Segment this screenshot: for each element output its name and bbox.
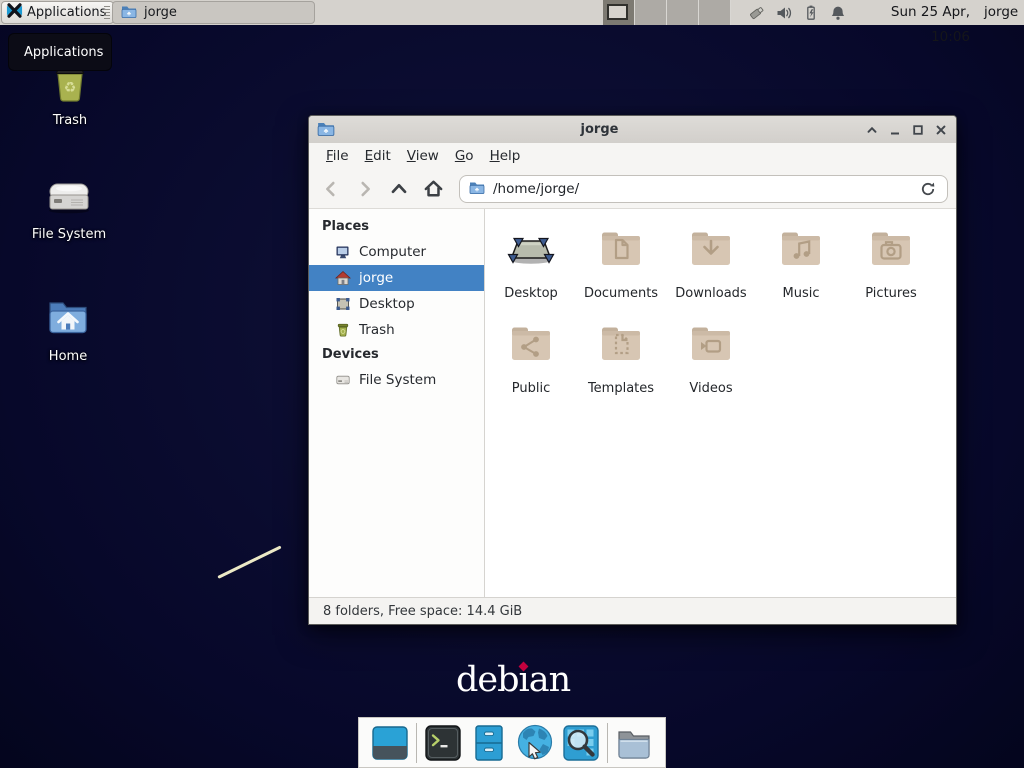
sidebar-item-desktop[interactable]: Desktop bbox=[309, 291, 484, 317]
menu-view[interactable]: View bbox=[399, 145, 447, 167]
workspace-window-thumb bbox=[607, 4, 628, 20]
file-item-documents[interactable]: Documents bbox=[577, 225, 665, 301]
sidebar-item-jorge[interactable]: jorge bbox=[309, 265, 484, 291]
workspace-1[interactable] bbox=[603, 0, 635, 25]
panel-clock[interactable]: Sun 25 Apr, 10:06 bbox=[852, 0, 970, 25]
reload-button[interactable] bbox=[918, 179, 938, 199]
titlebar[interactable]: jorge bbox=[309, 116, 956, 143]
folder-launcher[interactable] bbox=[614, 723, 654, 763]
drive-big-icon bbox=[45, 170, 93, 222]
sidebar-item-trash[interactable]: Trash bbox=[309, 317, 484, 343]
taskbar-window-button[interactable]: jorge bbox=[112, 1, 315, 24]
folder-icon bbox=[614, 723, 654, 763]
applications-menu-button[interactable]: Applications bbox=[1, 1, 114, 24]
file-manager-launcher[interactable] bbox=[469, 723, 509, 763]
web-browser-launcher[interactable] bbox=[515, 723, 555, 763]
close-button[interactable] bbox=[933, 122, 948, 137]
computer-icon bbox=[335, 244, 351, 260]
taskbar-folder-icon bbox=[121, 3, 137, 23]
desktop-mini-icon bbox=[335, 296, 351, 312]
path-folder-icon bbox=[469, 179, 485, 199]
file-item-downloads[interactable]: Downloads bbox=[667, 225, 755, 301]
home-big-icon bbox=[44, 292, 92, 344]
shade-button[interactable] bbox=[864, 122, 879, 137]
drive-mini-icon bbox=[335, 372, 351, 388]
menubar: FileEditViewGoHelp bbox=[309, 143, 956, 169]
download-folder-icon bbox=[687, 225, 735, 277]
home-red-icon bbox=[335, 270, 351, 286]
file-item-videos[interactable]: Videos bbox=[667, 320, 755, 396]
file-item-music[interactable]: Music bbox=[757, 225, 845, 301]
workspace-4[interactable] bbox=[699, 0, 731, 25]
file-item-templates[interactable]: Templates bbox=[577, 320, 665, 396]
svg-text:♻: ♻ bbox=[64, 80, 77, 96]
window-title: jorge bbox=[335, 122, 864, 137]
workspace-switcher bbox=[603, 0, 731, 25]
up-button[interactable] bbox=[385, 175, 413, 203]
template-folder-icon bbox=[597, 320, 645, 372]
notifications-tray-icon[interactable] bbox=[829, 4, 847, 22]
path-bar[interactable]: /home/jorge/ bbox=[459, 175, 948, 203]
peripheral-tray-icon[interactable] bbox=[748, 4, 766, 22]
dock-separator bbox=[607, 723, 608, 763]
desktop-root: debıan ♻ Trash File System Home jorge FileE… bbox=[0, 0, 1024, 768]
panel-handle[interactable] bbox=[104, 6, 110, 19]
video-folder-icon bbox=[687, 320, 735, 372]
home-button[interactable] bbox=[419, 175, 447, 203]
top-panel: Applications jorge Sun 25 Apr, 10:06 jor… bbox=[0, 0, 1024, 25]
volume-tray-icon[interactable] bbox=[775, 4, 793, 22]
app-finder-icon bbox=[561, 723, 601, 763]
panel-user-label[interactable]: jorge bbox=[984, 0, 1018, 25]
sidebar: PlacesComputerjorgeDesktopTrashDevicesFi… bbox=[309, 209, 485, 597]
desktop-icon-file-system[interactable]: File System bbox=[19, 170, 119, 242]
wallpaper-scratch-line bbox=[217, 545, 281, 578]
show-desktop-launcher[interactable] bbox=[370, 723, 410, 763]
bottom-dock bbox=[358, 717, 666, 768]
terminal-icon bbox=[423, 723, 463, 763]
file-list: Desktop Documents Downloads Music Pictur… bbox=[485, 209, 956, 597]
sidebar-header-places: Places bbox=[309, 215, 484, 239]
menu-file[interactable]: File bbox=[318, 145, 357, 167]
dock-separator bbox=[416, 723, 417, 763]
minimize-button[interactable] bbox=[887, 122, 902, 137]
share-folder-icon bbox=[507, 320, 555, 372]
file-manager-window: jorge FileEditViewGoHelp /home/jorge/ Pl… bbox=[308, 115, 957, 625]
back-button[interactable] bbox=[317, 175, 345, 203]
system-tray bbox=[748, 0, 847, 25]
app-finder-launcher[interactable] bbox=[561, 723, 601, 763]
window-folder-icon bbox=[317, 119, 335, 141]
file-item-desktop[interactable]: Desktop bbox=[487, 225, 575, 301]
sidebar-header-devices: Devices bbox=[309, 343, 484, 367]
terminal-launcher[interactable] bbox=[423, 723, 463, 763]
forward-button[interactable] bbox=[351, 175, 379, 203]
file-item-public[interactable]: Public bbox=[487, 320, 575, 396]
xfce-logo-icon bbox=[6, 2, 23, 23]
workspace-3[interactable] bbox=[667, 0, 699, 25]
toolbar: /home/jorge/ bbox=[309, 169, 956, 209]
file-manager-icon bbox=[469, 723, 509, 763]
status-text: 8 folders, Free space: 14.4 GiB bbox=[323, 604, 522, 619]
sidebar-item-file-system[interactable]: File System bbox=[309, 367, 484, 393]
debian-logo-text: deb bbox=[456, 660, 519, 700]
trash-mini-icon bbox=[335, 322, 351, 338]
web-browser-icon bbox=[515, 723, 555, 763]
document-folder-icon bbox=[597, 225, 645, 277]
show-desktop-icon bbox=[370, 723, 410, 763]
workspace-2[interactable] bbox=[635, 0, 667, 25]
menu-edit[interactable]: Edit bbox=[357, 145, 399, 167]
status-bar: 8 folders, Free space: 14.4 GiB bbox=[309, 597, 956, 624]
desktop-icon-home[interactable]: Home bbox=[18, 292, 118, 364]
applications-tooltip: Applications bbox=[8, 33, 112, 71]
file-item-pictures[interactable]: Pictures bbox=[847, 225, 935, 301]
camera-folder-icon bbox=[867, 225, 915, 277]
menu-go[interactable]: Go bbox=[447, 145, 482, 167]
menu-help[interactable]: Help bbox=[482, 145, 529, 167]
maximize-button[interactable] bbox=[910, 122, 925, 137]
music-folder-icon bbox=[777, 225, 825, 277]
path-text[interactable]: /home/jorge/ bbox=[493, 181, 910, 197]
debian-logo: debıan bbox=[456, 660, 570, 700]
desktop-icon bbox=[507, 225, 555, 277]
battery-tray-icon[interactable] bbox=[802, 4, 820, 22]
sidebar-item-computer[interactable]: Computer bbox=[309, 239, 484, 265]
